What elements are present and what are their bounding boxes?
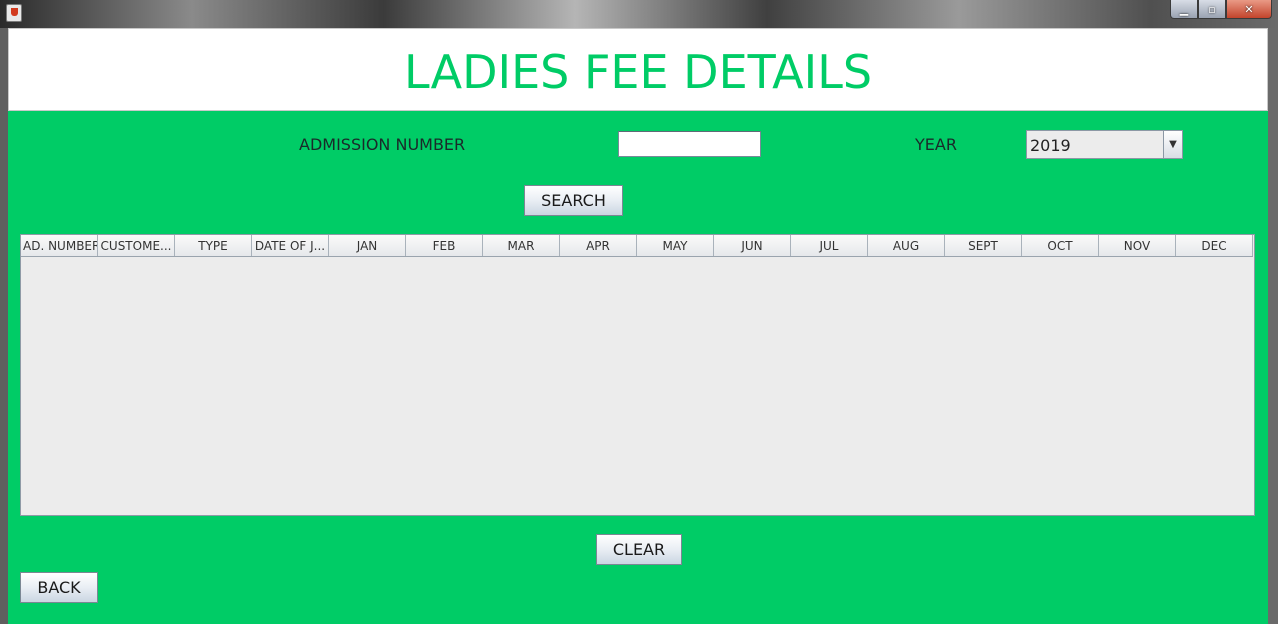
close-icon: ✕ xyxy=(1244,2,1254,16)
column-header[interactable]: MAR xyxy=(483,235,560,256)
admission-number-input[interactable] xyxy=(618,131,761,157)
close-button[interactable]: ✕ xyxy=(1226,0,1272,19)
column-header[interactable]: DATE OF J... xyxy=(252,235,329,256)
column-header[interactable]: AD. NUMBER xyxy=(21,235,98,256)
chevron-down-icon[interactable]: ▼ xyxy=(1163,131,1182,158)
column-header[interactable]: TYPE xyxy=(175,235,252,256)
back-button[interactable]: BACK xyxy=(20,572,98,603)
maximize-button[interactable]: ▫ xyxy=(1198,0,1226,19)
java-app-icon xyxy=(6,4,22,22)
search-button[interactable]: SEARCH xyxy=(524,185,623,216)
main-panel: ADMISSION NUMBER YEAR 2019 ▼ SEARCH AD. … xyxy=(8,111,1268,624)
window-frame-left xyxy=(0,28,8,624)
column-header[interactable]: SEPT xyxy=(945,235,1022,256)
column-header[interactable]: JAN xyxy=(329,235,406,256)
year-select[interactable]: 2019 ▼ xyxy=(1026,130,1183,159)
maximize-icon: ▫ xyxy=(1208,2,1216,16)
table-header: AD. NUMBER CUSTOME... TYPE DATE OF J... JAN F… xyxy=(21,235,1253,257)
column-header[interactable]: FEB xyxy=(406,235,483,256)
window-controls: ▁ ▫ ✕ xyxy=(1170,0,1272,20)
column-header[interactable]: DEC xyxy=(1176,235,1253,256)
column-header[interactable]: OCT xyxy=(1022,235,1099,256)
minimize-button[interactable]: ▁ xyxy=(1170,0,1198,19)
header: LADIES FEE DETAILS xyxy=(8,28,1268,111)
column-header[interactable]: JUL xyxy=(791,235,868,256)
year-selected-value: 2019 xyxy=(1030,136,1071,155)
admission-number-label: ADMISSION NUMBER xyxy=(299,135,466,154)
window-frame-right xyxy=(1268,28,1278,624)
column-header[interactable]: AUG xyxy=(868,235,945,256)
column-header[interactable]: NOV xyxy=(1099,235,1176,256)
column-header[interactable]: JUN xyxy=(714,235,791,256)
page-title: LADIES FEE DETAILS xyxy=(403,45,873,99)
fee-table[interactable]: AD. NUMBER CUSTOME... TYPE DATE OF J... JAN F… xyxy=(20,234,1255,516)
clear-button[interactable]: CLEAR xyxy=(596,534,682,565)
column-header[interactable]: MAY xyxy=(637,235,714,256)
minimize-icon: ▁ xyxy=(1179,2,1189,16)
column-header[interactable]: CUSTOME... xyxy=(98,235,175,256)
column-header[interactable]: APR xyxy=(560,235,637,256)
year-label: YEAR xyxy=(915,135,957,154)
window-titlebar: ▁ ▫ ✕ xyxy=(0,0,1278,28)
